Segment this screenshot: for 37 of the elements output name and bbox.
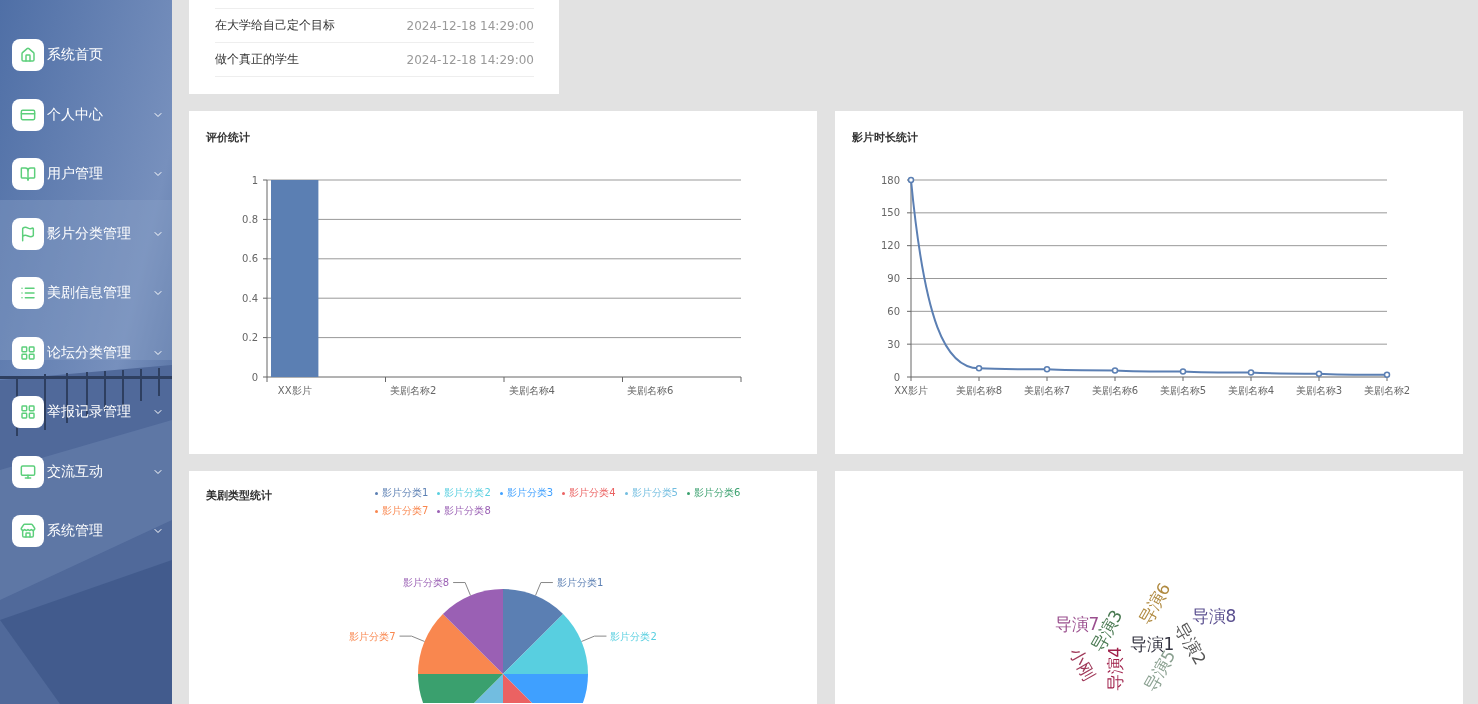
slice-label: 影片分类1 xyxy=(556,577,604,589)
slice-label: 影片分类8 xyxy=(402,577,450,589)
cloud-word: 导演4 xyxy=(1106,646,1124,692)
axis-label: 0.6 xyxy=(242,253,258,265)
axis-label: 0 xyxy=(893,371,900,383)
axis-label: XX影片 xyxy=(277,385,312,396)
axis-label: 美剧名称2 xyxy=(390,385,437,396)
axis-label: XX影片 xyxy=(894,385,928,396)
axis-label: 美剧名称7 xyxy=(1023,385,1071,396)
axis-label: 美剧名称2 xyxy=(1363,385,1411,396)
axis-label: 美剧名称3 xyxy=(1295,385,1343,396)
axis-label: 美剧名称5 xyxy=(1159,385,1207,396)
axis-label: 60 xyxy=(887,305,900,317)
notice-time: 2024-12-18 14:29:00 xyxy=(406,52,534,67)
axis-label: 30 xyxy=(887,338,900,350)
axis-label: 美剧名称4 xyxy=(508,385,555,396)
axis-label: 1 xyxy=(251,174,258,186)
axis-label: 150 xyxy=(880,207,900,219)
chart-title: 评价统计 xyxy=(206,131,251,145)
axis-label: 0.2 xyxy=(242,332,258,344)
axis-label: 0.4 xyxy=(242,292,258,304)
axis-label: 0 xyxy=(251,371,258,383)
axis-label: 美剧名称6 xyxy=(1091,385,1139,396)
cloud-word: 导演6 xyxy=(1136,580,1174,628)
notice-time: 2024-12-18 14:29:00 xyxy=(406,18,534,33)
axis-label: 美剧名称4 xyxy=(1227,385,1275,396)
axis-label: 美剧名称8 xyxy=(955,385,1003,396)
axis-label: 180 xyxy=(880,174,900,186)
axis-label: 90 xyxy=(887,273,900,284)
axis-label: 0.8 xyxy=(242,213,258,225)
cloud-word: 导演8 xyxy=(1191,607,1237,625)
slice-label: 影片分类2 xyxy=(610,630,657,642)
slice-label: 影片分类7 xyxy=(349,630,396,642)
chart-title: 影片时长统计 xyxy=(852,131,919,145)
chart-title: 美剧类型统计 xyxy=(206,488,273,503)
axis-label: 120 xyxy=(880,240,900,252)
axis-label: 美剧名称6 xyxy=(627,385,674,396)
